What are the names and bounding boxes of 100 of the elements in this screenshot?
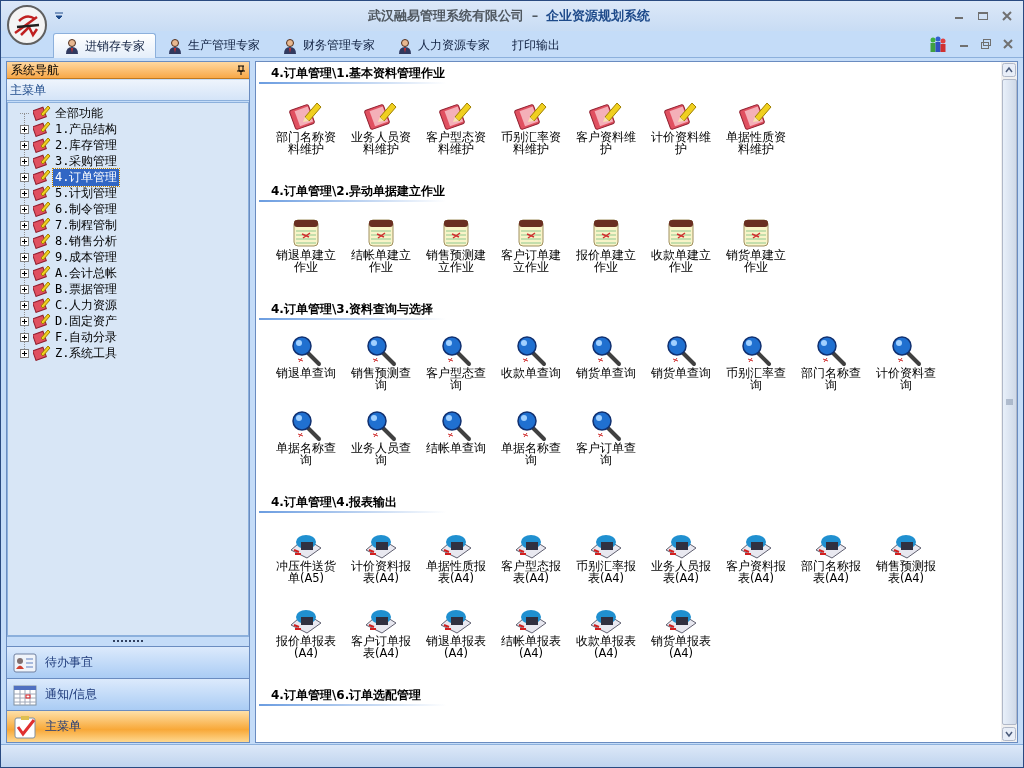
tree-item[interactable]: D.固定资产: [53, 312, 120, 330]
function-label[interactable]: 单据性质报表(A4): [421, 560, 491, 584]
nav-button[interactable]: 待办事宜: [7, 646, 249, 678]
function-label[interactable]: 客户订单查询: [571, 442, 641, 466]
function-label[interactable]: 客户资料维护: [571, 131, 641, 155]
expand-icon[interactable]: [20, 236, 29, 246]
function-label[interactable]: 业务人员查询: [346, 442, 416, 466]
notepad-icon[interactable]: [440, 217, 472, 249]
expand-icon[interactable]: [20, 348, 29, 358]
expand-icon[interactable]: [20, 188, 29, 198]
tab[interactable]: 财务管理专家: [271, 33, 386, 57]
tree-item[interactable]: 4.订单管理: [53, 168, 120, 186]
function-label[interactable]: 客户资料报表(A4): [721, 560, 791, 584]
function-label[interactable]: 销售预测报表(A4): [871, 560, 941, 584]
tree-item[interactable]: Z.系统工具: [53, 344, 120, 362]
function-label[interactable]: 部门名称报表(A4): [796, 560, 866, 584]
function-label[interactable]: 销货单建立作业: [721, 249, 791, 273]
function-label[interactable]: 单据性质资料维护: [721, 131, 791, 155]
notepad-icon[interactable]: [290, 217, 322, 249]
function-label[interactable]: 单据名称查询: [496, 442, 566, 466]
tree-item[interactable]: 7.制程管制: [53, 216, 120, 234]
function-label[interactable]: 销货单查询: [571, 367, 641, 379]
function-label[interactable]: 客户型态资料维护: [421, 131, 491, 155]
tree-item[interactable]: 1.产品结构: [53, 120, 120, 138]
function-label[interactable]: 部门名称查询: [796, 367, 866, 391]
magnifier-icon[interactable]: [590, 410, 622, 442]
magnifier-icon[interactable]: [365, 335, 397, 367]
tab[interactable]: 人力资源专家: [386, 33, 501, 57]
expand-icon[interactable]: [20, 316, 29, 326]
maximize-icon[interactable]: [977, 10, 989, 22]
magnifier-icon[interactable]: [440, 335, 472, 367]
expand-icon[interactable]: [20, 204, 29, 214]
function-label[interactable]: 收款单查询: [496, 367, 566, 379]
tree-item[interactable]: 全部功能: [53, 104, 105, 122]
function-label[interactable]: 销售预测查询: [346, 367, 416, 391]
expand-icon[interactable]: [20, 124, 29, 134]
tree-item[interactable]: A.会计总帐: [53, 264, 120, 282]
magnifier-icon[interactable]: [515, 335, 547, 367]
expand-icon[interactable]: [20, 268, 29, 278]
tree-item[interactable]: 5.计划管理: [53, 184, 120, 202]
function-label[interactable]: 报价单建立作业: [571, 249, 641, 273]
function-label[interactable]: 销货单查询: [646, 367, 716, 379]
function-label[interactable]: 币别汇率查询: [721, 367, 791, 391]
function-label[interactable]: 结帐单建立作业: [346, 249, 416, 273]
function-label[interactable]: 销退单报表(A4): [421, 635, 491, 659]
expand-icon[interactable]: [20, 140, 29, 150]
tree-item[interactable]: C.人力资源: [53, 296, 120, 314]
expand-icon[interactable]: [20, 220, 29, 230]
magnifier-icon[interactable]: [590, 335, 622, 367]
nav-button[interactable]: 主菜单: [7, 710, 249, 742]
magnifier-icon[interactable]: [440, 410, 472, 442]
notepad-icon[interactable]: [740, 217, 772, 249]
expand-icon[interactable]: [20, 156, 29, 166]
nav-button[interactable]: 通知/信息: [7, 678, 249, 710]
scroll-up-icon[interactable]: [1002, 63, 1016, 77]
users-icon[interactable]: [929, 36, 947, 52]
tree-item[interactable]: 9.成本管理: [53, 248, 120, 266]
magnifier-icon[interactable]: [290, 410, 322, 442]
function-label[interactable]: 结帐单查询: [421, 442, 491, 454]
pin-icon[interactable]: [237, 65, 245, 75]
restore-icon[interactable]: [981, 39, 991, 49]
function-label[interactable]: 客户型态报表(A4): [496, 560, 566, 584]
function-label[interactable]: 客户订单报表(A4): [346, 635, 416, 659]
function-label[interactable]: 部门名称资料维护: [271, 131, 341, 155]
notepad-icon[interactable]: [590, 217, 622, 249]
function-label[interactable]: 币别汇率报表(A4): [571, 560, 641, 584]
magnifier-icon[interactable]: [365, 410, 397, 442]
function-label[interactable]: 报价单报表(A4): [271, 635, 341, 659]
tree-item[interactable]: 3.采购管理: [53, 152, 120, 170]
function-label[interactable]: 客户订单建立作业: [496, 249, 566, 273]
function-label[interactable]: 币别汇率资料维护: [496, 131, 566, 155]
function-label[interactable]: 收款单报表(A4): [571, 635, 641, 659]
expand-icon[interactable]: [20, 172, 29, 182]
expand-icon[interactable]: [20, 252, 29, 262]
tree-item[interactable]: B.票据管理: [53, 280, 120, 298]
expand-icon[interactable]: [20, 332, 29, 342]
dropdown-arrow-icon[interactable]: [53, 12, 65, 20]
function-label[interactable]: 结帐单报表(A4): [496, 635, 566, 659]
function-label[interactable]: 单据名称查询: [271, 442, 341, 466]
function-label[interactable]: 业务人员报表(A4): [646, 560, 716, 584]
function-label[interactable]: 销退单查询: [271, 367, 341, 379]
function-label[interactable]: 计价资料查询: [871, 367, 941, 391]
scrollbar-thumb[interactable]: [1001, 79, 1017, 725]
function-label[interactable]: 计价资料报表(A4): [346, 560, 416, 584]
splitter-grip-icon[interactable]: [113, 640, 143, 643]
tree-item[interactable]: F.自动分录: [53, 328, 120, 346]
magnifier-icon[interactable]: [290, 335, 322, 367]
function-label[interactable]: 销退单建立作业: [271, 249, 341, 273]
magnifier-icon[interactable]: [515, 410, 547, 442]
function-label[interactable]: 客户型态查询: [421, 367, 491, 391]
tab[interactable]: 生产管理专家: [156, 33, 271, 57]
notepad-icon[interactable]: [665, 217, 697, 249]
tab[interactable]: 进销存专家: [53, 33, 156, 58]
function-label[interactable]: 销货单报表(A4): [646, 635, 716, 659]
function-label[interactable]: 计价资料维护: [646, 131, 716, 155]
close-icon[interactable]: [1001, 10, 1013, 22]
tree-item[interactable]: 8.销售分析: [53, 232, 120, 250]
expand-icon[interactable]: [20, 300, 29, 310]
expand-icon[interactable]: [20, 284, 29, 294]
function-label[interactable]: 业务人员资料维护: [346, 131, 416, 155]
